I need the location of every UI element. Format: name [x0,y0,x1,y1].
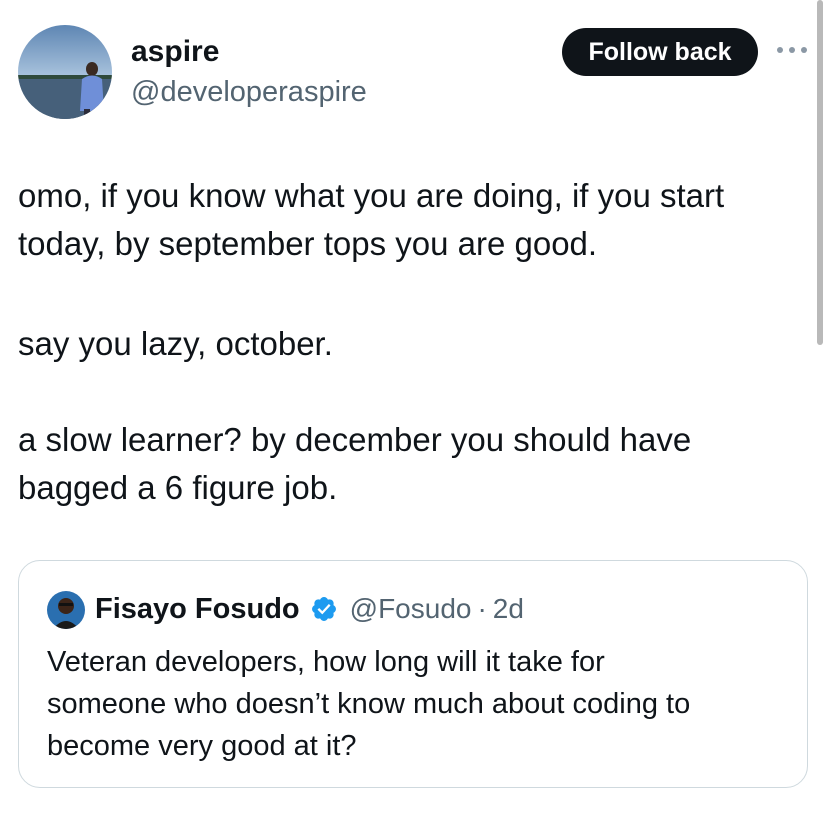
tweet-paragraph-3: a slow learner? by december you should h… [18,416,808,512]
tweet-line: today, by september tops you are good. [18,225,598,262]
author-handle[interactable]: @developeraspire [131,74,367,110]
quoted-line: someone who doesn’t know much about codi… [47,688,691,720]
author-avatar[interactable] [18,25,112,119]
quoted-line: become very good at it? [47,730,357,762]
quoted-author-name[interactable]: Fisayo Fosudo [95,593,300,626]
tweet-line: omo, if you know what you are doing, if … [18,177,725,214]
follow-back-button[interactable]: Follow back [562,28,758,76]
verified-badge-icon [311,597,336,621]
tweet-line: a slow learner? by december you should h… [18,421,692,458]
tweet-line: say you lazy, october. [18,325,333,362]
quoted-tweet-card[interactable]: Fisayo Fosudo @Fosudo · 2d Veteran devel… [18,560,808,788]
quoted-author-handle[interactable]: @Fosudo [350,593,472,625]
separator-dot: · [477,593,487,624]
quoted-author-avatar[interactable] [47,591,85,629]
quoted-tweet-header: Fisayo Fosudo @Fosudo · 2d [95,589,524,629]
author-display-name[interactable]: aspire [131,34,219,70]
quoted-tweet-text: Veteran developers, how long will it tak… [47,641,787,767]
tweet-paragraph-1: omo, if you know what you are doing, if … [18,172,808,268]
scrollbar-thumb[interactable] [817,0,823,345]
tweet-line: bagged a 6 figure job. [18,469,338,506]
tweet-paragraph-2: say you lazy, october. [18,320,808,368]
quoted-line: Veteran developers, how long will it tak… [47,646,605,678]
more-horizontal-icon[interactable] [775,38,809,62]
quoted-tweet-time[interactable]: 2d [493,593,524,625]
